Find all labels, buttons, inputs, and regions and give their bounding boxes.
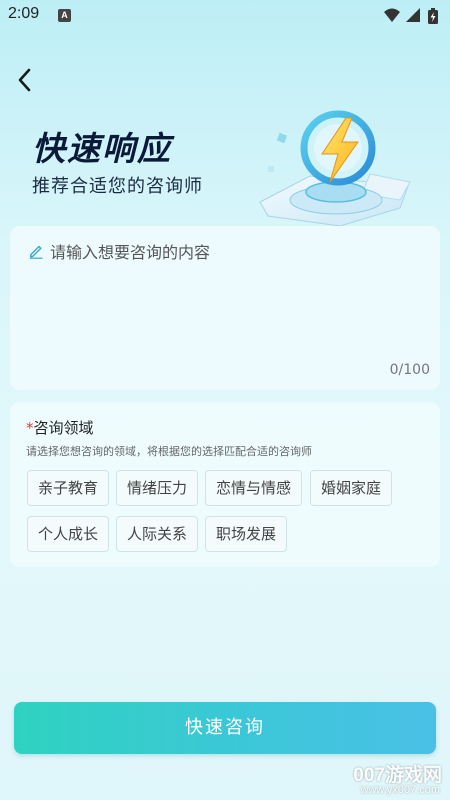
field-description: 请选择您想咨询的领域，将根据您的选择匹配合适的咨询师	[26, 445, 312, 458]
wifi-icon	[384, 8, 400, 22]
quick-consult-button[interactable]: 快速咨询	[14, 702, 436, 754]
status-time: 2:09	[8, 5, 40, 22]
watermark-url: www.yx007.com	[360, 784, 440, 796]
chevron-left-icon	[18, 68, 31, 92]
lightning-bolt-illustration	[259, 110, 411, 227]
field-title-text: 咨询领域	[33, 419, 94, 437]
consult-field-card: *咨询领域 请选择您想咨询的领域，将根据您的选择匹配合适的咨询师 亲子教育 情绪…	[10, 402, 440, 567]
tag-personal-growth[interactable]: 个人成长	[27, 516, 109, 552]
field-section-title: *咨询领域	[26, 417, 94, 438]
tag-romance[interactable]: 恋情与情感	[205, 470, 302, 506]
status-icons	[384, 8, 438, 24]
pencil-icon	[29, 245, 43, 259]
status-bar: 2:09 A	[0, 0, 450, 30]
watermark: 007游戏网 www.yx007.com	[338, 760, 442, 798]
tag-emotion-stress[interactable]: 情绪压力	[116, 470, 198, 506]
a-letter-icon: A	[58, 9, 71, 22]
question-input-card[interactable]: 请输入想要咨询的内容 0/100	[10, 226, 440, 390]
tag-relationships[interactable]: 人际关系	[116, 516, 198, 552]
signal-icon	[406, 8, 420, 22]
question-placeholder: 请输入想要咨询的内容	[50, 243, 211, 262]
hero-subtitle: 推荐合适您的咨询师	[32, 176, 203, 197]
back-button[interactable]	[14, 66, 36, 94]
hero-title: 快速响应	[32, 129, 172, 168]
tag-career[interactable]: 职场发展	[205, 516, 287, 552]
tag-marriage-family[interactable]: 婚姻家庭	[310, 470, 392, 506]
watermark-main: 007游戏网	[353, 765, 442, 786]
required-mark: *	[26, 419, 34, 437]
battery-charging-icon	[428, 8, 438, 24]
tag-parenting[interactable]: 亲子教育	[27, 470, 109, 506]
character-counter: 0/100	[389, 362, 430, 378]
